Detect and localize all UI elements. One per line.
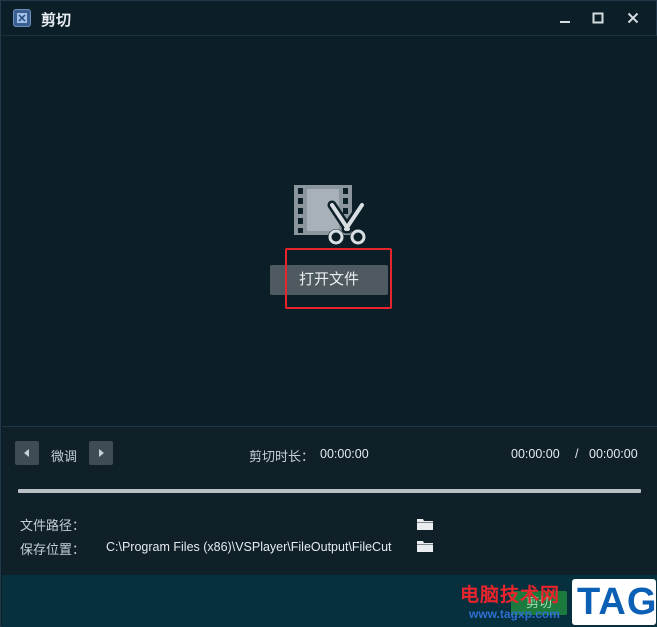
app-icon [13, 9, 31, 27]
folder-icon[interactable] [417, 517, 433, 530]
window-title: 剪切 [41, 12, 72, 29]
watermark-tag-text: TAG [577, 581, 657, 623]
close-icon[interactable] [622, 7, 644, 29]
highlight-box [285, 248, 392, 309]
watermark-site-name: 电脑技术网 [460, 585, 561, 606]
file-path-label: 文件路径： [20, 518, 86, 533]
cut-duration-value: 00:00:00 [320, 447, 369, 461]
save-location-value: C:\Program Files (x86)\VSPlayer\FileOutp… [106, 540, 392, 554]
total-time: 00:00:00 [589, 447, 638, 461]
film-scissors-icon [292, 185, 368, 247]
folder-icon[interactable] [417, 539, 433, 552]
time-separator: / [575, 447, 579, 461]
cut-duration-label: 剪切时长： [249, 449, 315, 464]
maximize-icon[interactable] [587, 7, 609, 29]
fine-tune-label: 微调 [51, 449, 78, 464]
title-bar: 剪切 [1, 1, 656, 36]
progress-bar[interactable] [18, 489, 641, 493]
arrow-right-icon[interactable] [89, 441, 113, 465]
watermark-site-url: www.tagxp.com [469, 607, 560, 621]
watermark-tag-logo: TAG [572, 579, 656, 625]
save-location-label: 保存位置： [20, 542, 86, 557]
cut-window: 剪切 打开文件 微调 剪切时长： 00:00:00 00:00:00 / 00:… [0, 0, 657, 627]
arrow-left-icon[interactable] [15, 441, 39, 465]
current-time: 00:00:00 [511, 447, 560, 461]
minimize-icon[interactable] [554, 7, 576, 29]
